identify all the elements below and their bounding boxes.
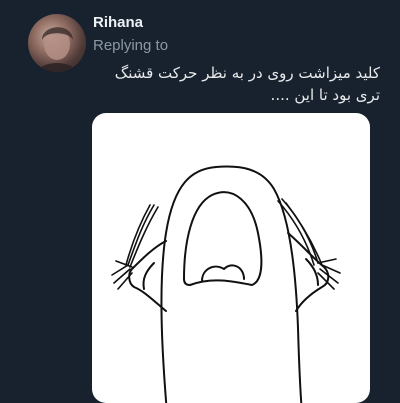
screaming-cartoon-icon xyxy=(111,165,341,403)
avatar-image xyxy=(38,27,76,72)
tweet-text: کلید میزاشت روی در به نظر حرکت قشنگ تری … xyxy=(90,62,380,106)
tweet-text-line: کلید میزاشت روی در به نظر حرکت قشنگ xyxy=(114,64,380,82)
author-name[interactable]: Rihana xyxy=(93,14,143,32)
replying-to-label: Replying to xyxy=(93,37,169,54)
avatar[interactable] xyxy=(28,14,86,72)
tweet-media[interactable] xyxy=(92,113,370,403)
tweet-text-line: تری بود تا این .... xyxy=(270,86,380,104)
